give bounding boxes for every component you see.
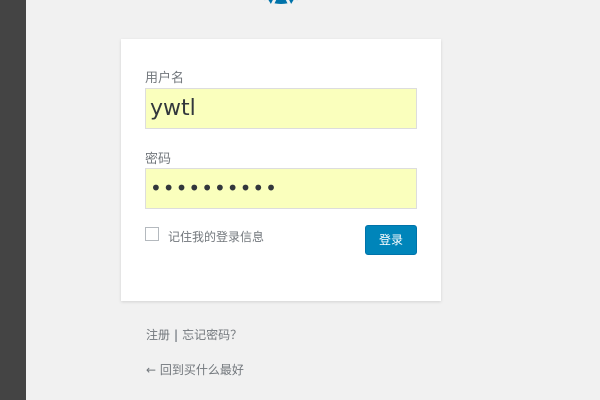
username-label: 用户名 (145, 71, 185, 86)
remember-me-label[interactable]: 记住我的登录信息 (168, 228, 264, 245)
back-to-blog-link[interactable]: ← 回到买什么最好 (146, 361, 244, 378)
password-label: 密码 (145, 152, 172, 167)
username-input[interactable]: ywtl (145, 88, 417, 129)
nav-separator: | (174, 328, 179, 342)
left-sidebar-strip (0, 0, 26, 400)
lost-password-link[interactable]: 忘记密码？ (182, 328, 242, 342)
login-button[interactable]: 登录 (365, 225, 417, 255)
register-link[interactable]: 注册 (146, 328, 170, 342)
remember-me-checkbox[interactable] (145, 227, 159, 241)
wordpress-logo-icon[interactable] (245, 0, 317, 14)
login-form: 用户名 ywtl 密码 •••••••••• 记住我的登录信息 登录 (121, 39, 441, 301)
nav-links: 注册 | 忘记密码？ (146, 326, 242, 343)
password-input[interactable]: •••••••••• (145, 168, 417, 209)
